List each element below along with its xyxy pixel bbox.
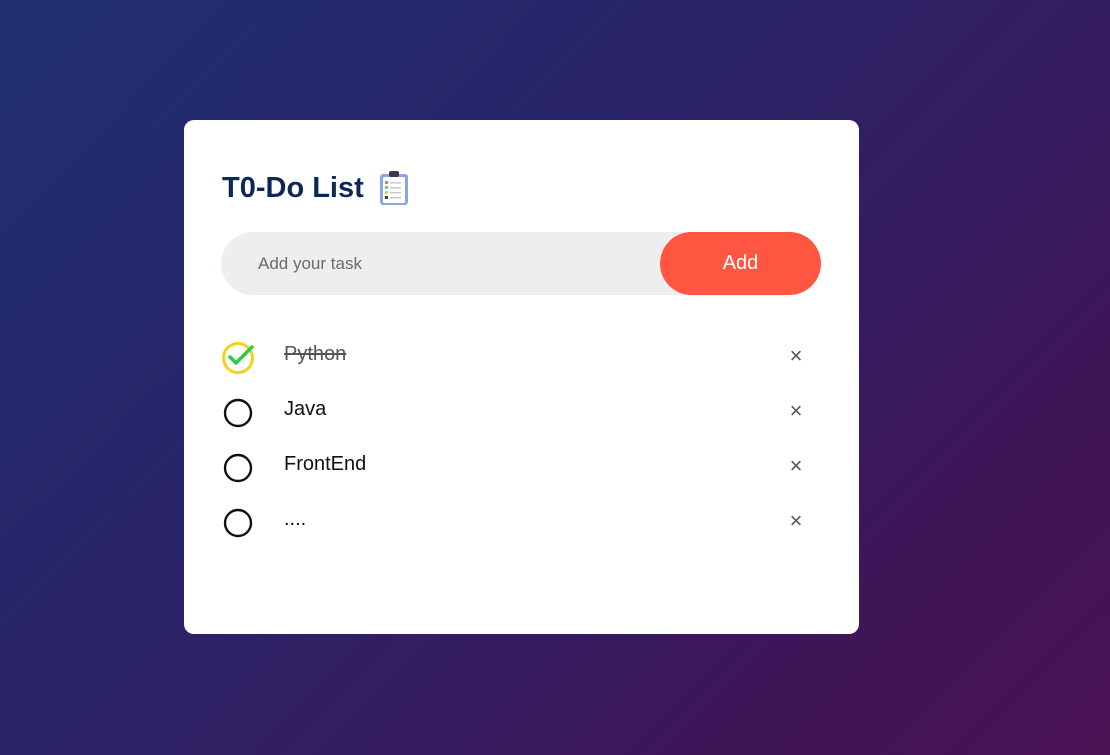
- add-task-row: Add: [221, 232, 821, 295]
- task-list: Python × Java × FrontEnd × .... ×: [221, 335, 821, 555]
- page-title: T0-Do List: [222, 172, 364, 204]
- close-icon[interactable]: ×: [785, 506, 807, 536]
- close-icon[interactable]: ×: [785, 341, 807, 371]
- task-label: Python: [284, 343, 347, 365]
- check-circle-icon[interactable]: [221, 341, 255, 375]
- empty-circle-icon[interactable]: [221, 396, 255, 430]
- list-item[interactable]: FrontEnd ×: [221, 445, 821, 500]
- task-label: Java: [284, 398, 327, 420]
- header: T0-Do List: [222, 170, 410, 206]
- todo-card: T0-Do List Add Python: [184, 120, 859, 634]
- task-label: FrontEnd: [284, 453, 367, 475]
- list-item[interactable]: Python ×: [221, 335, 821, 390]
- task-input[interactable]: [221, 232, 661, 295]
- list-item[interactable]: Java ×: [221, 390, 821, 445]
- add-button[interactable]: Add: [660, 232, 821, 295]
- empty-circle-icon[interactable]: [221, 451, 255, 485]
- close-icon[interactable]: ×: [785, 396, 807, 426]
- list-item[interactable]: .... ×: [221, 500, 821, 555]
- close-icon[interactable]: ×: [785, 451, 807, 481]
- empty-circle-icon[interactable]: [221, 506, 255, 540]
- task-label: ....: [284, 508, 307, 530]
- clipboard-icon: [379, 171, 408, 205]
